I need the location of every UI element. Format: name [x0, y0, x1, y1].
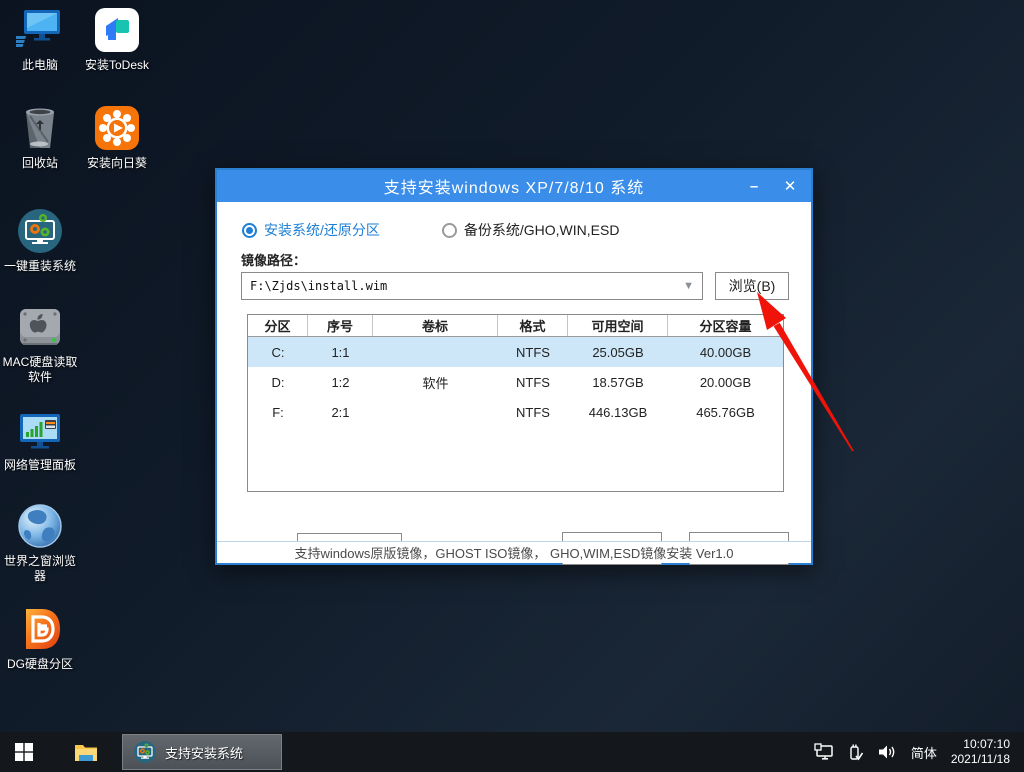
language-indicator[interactable]: 简体	[911, 743, 937, 762]
minimize-button[interactable]: –	[737, 170, 771, 202]
taskbar-item-label: 支持安装系统	[165, 743, 243, 762]
col-header: 分区	[248, 315, 308, 336]
desktop-icon-mac-disk-reader[interactable]: MAC硬盘读取软件	[0, 303, 80, 385]
cell: 1:1	[308, 345, 373, 360]
taskbar-item-installer[interactable]: 支持安装系统	[122, 734, 282, 770]
table-row-c[interactable]: C: 1:1 NTFS 25.05GB 40.00GB	[248, 337, 783, 367]
desktop-icon-label: 一键重装系统	[0, 259, 80, 274]
desktop-icon-recycle-bin[interactable]: 回收站	[0, 104, 80, 171]
desktop-icon-label: 回收站	[0, 156, 80, 171]
this-pc-icon	[16, 6, 64, 54]
radio-install-label: 安装系统/还原分区	[264, 220, 380, 240]
todesk-icon	[93, 6, 141, 54]
dialog-title: 支持安装windows XP/7/8/10 系统	[217, 174, 811, 198]
col-header: 卷标	[373, 315, 498, 336]
image-path-label: 镜像路径：	[241, 250, 306, 269]
browse-button[interactable]: 浏览(B)	[715, 272, 789, 300]
clock[interactable]: 10:07:10 2021/11/18	[951, 737, 1014, 767]
cell: 446.13GB	[568, 405, 668, 420]
col-header: 序号	[308, 315, 373, 336]
cell: 465.76GB	[668, 405, 783, 420]
cell: 1:2	[308, 375, 373, 390]
clock-date: 2021/11/18	[951, 752, 1010, 767]
desktop-icon-label: 网络管理面板	[0, 458, 80, 473]
one-key-reinstall-icon	[16, 207, 64, 255]
partition-table: 分区 序号 卷标 格式 可用空间 分区容量 C: 1:1 NTFS 25.05G…	[247, 314, 784, 492]
desktop-icon-dg-disk-partition[interactable]: DG硬盘分区	[0, 605, 80, 672]
chevron-down-icon[interactable]: ▼	[683, 280, 694, 292]
table-row-d[interactable]: D: 1:2 软件 NTFS 18.57GB 20.00GB	[248, 367, 783, 397]
recycle-bin-icon	[16, 104, 64, 152]
installer-dialog: 支持安装windows XP/7/8/10 系统 – ✕ 安装系统/还原分区 备…	[215, 168, 813, 565]
mac-disk-icon	[16, 303, 64, 351]
desktop-icon-label: 世界之窗浏览器	[0, 554, 80, 584]
installer-app-icon	[133, 740, 157, 764]
desktop-icon-world-window-browser[interactable]: 世界之窗浏览器	[0, 502, 80, 584]
desktop-icon-this-pc[interactable]: 此电脑	[0, 6, 80, 73]
volume-icon[interactable]	[877, 743, 897, 761]
network-icon[interactable]	[814, 743, 834, 761]
desktop-icon-one-key-reinstall[interactable]: 一键重装系统	[0, 207, 80, 274]
radio-backup-label: 备份系统/GHO,WIN,ESD	[464, 220, 620, 240]
folder-icon	[74, 742, 98, 762]
radio-install-system[interactable]: 安装系统/还原分区	[242, 220, 380, 240]
world-window-browser-icon	[16, 502, 64, 550]
cell: NTFS	[498, 405, 568, 420]
close-icon[interactable]: ✕	[773, 170, 807, 202]
taskbar: 支持安装系统 简体	[0, 732, 1024, 772]
network-panel-icon	[16, 406, 64, 454]
partition-table-header: 分区 序号 卷标 格式 可用空间 分区容量	[248, 315, 783, 337]
table-row-f[interactable]: F: 2:1 NTFS 446.13GB 465.76GB	[248, 397, 783, 427]
radio-selected-icon	[242, 223, 257, 238]
image-path-value: F:\Zjds\install.wim	[250, 279, 683, 293]
col-header: 可用空间	[568, 315, 668, 336]
dg-partition-icon	[16, 605, 64, 653]
file-explorer-button[interactable]	[62, 732, 110, 772]
desktop-icon-label: 安装ToDesk	[77, 58, 157, 73]
windows-logo-icon	[15, 743, 33, 761]
start-button[interactable]	[0, 732, 48, 772]
sunflower-icon	[93, 104, 141, 152]
cell: 25.05GB	[568, 345, 668, 360]
col-header: 分区容量	[668, 315, 783, 336]
cell: D:	[248, 375, 308, 390]
cell: F:	[248, 405, 308, 420]
cell: 20.00GB	[668, 375, 783, 390]
desktop-icon-network-panel[interactable]: 网络管理面板	[0, 406, 80, 473]
desktop-icon-label: MAC硬盘读取软件	[0, 355, 80, 385]
radio-backup-system[interactable]: 备份系统/GHO,WIN,ESD	[442, 220, 620, 240]
radio-unselected-icon	[442, 223, 457, 238]
desktop-icon-install-todesk[interactable]: 安装ToDesk	[77, 6, 157, 73]
cell: 40.00GB	[668, 345, 783, 360]
cell: 18.57GB	[568, 375, 668, 390]
col-header: 格式	[498, 315, 568, 336]
image-path-combobox[interactable]: F:\Zjds\install.wim ▼	[241, 272, 703, 300]
desktop-icon-label: 此电脑	[0, 58, 80, 73]
cell: NTFS	[498, 375, 568, 390]
cell: C:	[248, 345, 308, 360]
desktop-icon-label: 安装向日葵	[77, 156, 157, 171]
dialog-titlebar[interactable]: 支持安装windows XP/7/8/10 系统 – ✕	[217, 170, 811, 202]
cell: 2:1	[308, 405, 373, 420]
dialog-status-text: 支持windows原版镜像，GHOST ISO镜像， GHO,WIM,ESD镜像…	[217, 541, 811, 563]
usb-icon[interactable]	[848, 743, 863, 762]
desktop-icon-label: DG硬盘分区	[0, 657, 80, 672]
clock-time: 10:07:10	[951, 737, 1010, 752]
cell: 软件	[373, 373, 498, 392]
desktop-icon-install-sunflower[interactable]: 安装向日葵	[77, 104, 157, 171]
cell: NTFS	[498, 345, 568, 360]
